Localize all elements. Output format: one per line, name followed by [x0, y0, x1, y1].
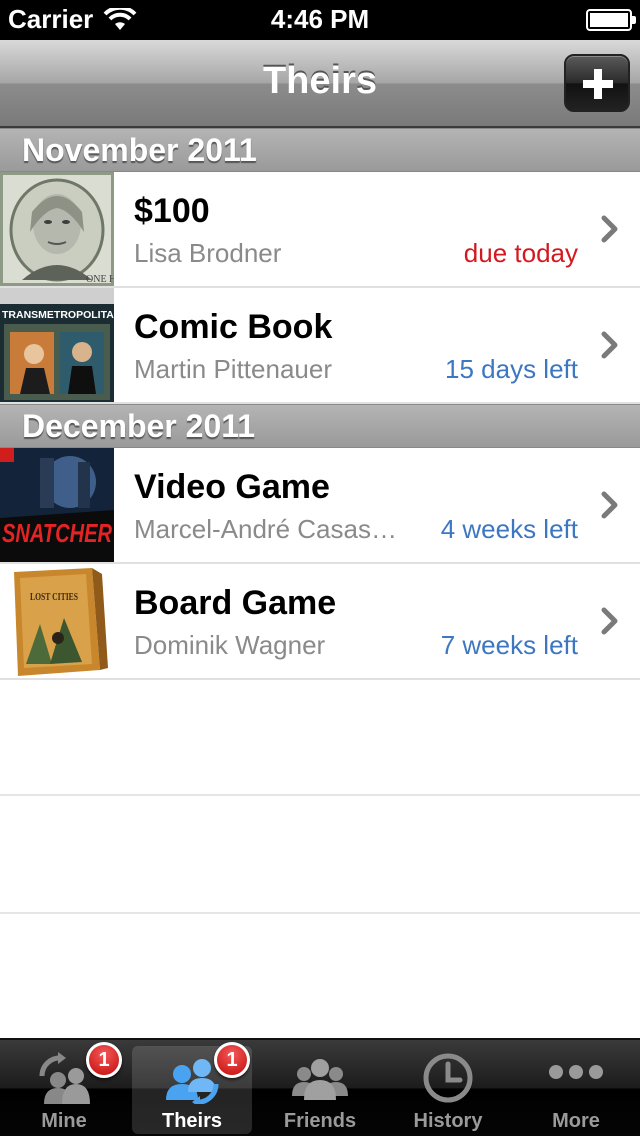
- list-item[interactable]: TRANSMETROPOLITAN Comic Book Martin Pitt…: [0, 288, 640, 404]
- game-cover-title: SNATCHER: [2, 518, 112, 548]
- item-title: Board Game: [134, 584, 337, 622]
- status-time: 4:46 PM: [270, 4, 370, 34]
- clock-icon: [423, 1053, 473, 1103]
- chevron-right-icon: [601, 491, 618, 519]
- tab-label: More: [552, 1110, 600, 1132]
- tab-theirs[interactable]: 1 Theirs: [128, 1040, 256, 1136]
- item-title: $100: [134, 192, 210, 230]
- section-header-december: December 2011: [0, 404, 640, 448]
- video-game-thumbnail: SNATCHER: [0, 448, 114, 562]
- tab-label: Friends: [283, 1110, 357, 1132]
- chevron-right-icon: [601, 331, 618, 359]
- item-due-status: due today: [463, 238, 578, 268]
- more-dots-icon: [549, 1065, 603, 1079]
- item-person: Lisa Brodner: [134, 238, 282, 268]
- svg-text:ONE H: ONE H: [86, 274, 114, 285]
- comic-book-thumbnail: TRANSMETROPOLITAN: [0, 288, 114, 402]
- section-header-november: November 2011: [0, 128, 640, 172]
- item-title: Video Game: [134, 468, 330, 506]
- item-due-status: 4 weeks left: [440, 514, 578, 544]
- navigation-bar: Theirs: [0, 40, 640, 128]
- chevron-right-icon: [601, 215, 618, 243]
- battery-level: [590, 13, 628, 27]
- tab-mine[interactable]: 1 Mine: [0, 1040, 128, 1136]
- empty-row: [0, 680, 640, 796]
- item-due-status: 15 days left: [445, 354, 578, 384]
- hundred-dollar-bill-thumbnail: ONE H: [0, 172, 114, 286]
- item-person: Martin Pittenauer: [134, 354, 332, 384]
- item-due-status: 7 weeks left: [440, 630, 578, 660]
- tab-badge: 1: [86, 1042, 122, 1078]
- empty-row: [0, 798, 640, 914]
- tab-bar: 1 Mine 1 Theirs Friends History More: [0, 1038, 640, 1136]
- tab-history[interactable]: History: [384, 1040, 512, 1136]
- list-item[interactable]: SNATCHER Video Game Marcel-André Casas… …: [0, 448, 640, 564]
- list-item[interactable]: LOST CITIES Board Game Dominik Wagner 7 …: [0, 564, 640, 680]
- battery-icon: [586, 9, 636, 31]
- tab-more[interactable]: More: [512, 1040, 640, 1136]
- page-title: Theirs: [262, 60, 378, 102]
- tab-label: Mine: [41, 1110, 87, 1132]
- plus-icon: [583, 69, 613, 99]
- board-game-cover-title: LOST CITIES: [30, 591, 78, 603]
- board-game-thumbnail: LOST CITIES: [0, 564, 114, 678]
- item-person: Marcel-André Casas…: [134, 514, 397, 544]
- item-person: Dominik Wagner: [134, 630, 326, 660]
- tab-badge: 1: [214, 1042, 250, 1078]
- item-title: Comic Book: [134, 308, 333, 346]
- status-bar: Carrier 4:46 PM: [0, 0, 640, 40]
- chevron-right-icon: [601, 607, 618, 635]
- list-item[interactable]: ONE H $100 Lisa Brodner due today: [0, 172, 640, 288]
- tab-label: Theirs: [161, 1110, 223, 1132]
- tab-friends[interactable]: Friends: [256, 1040, 384, 1136]
- tab-label: History: [413, 1110, 483, 1132]
- comic-cover-title: TRANSMETROPOLITAN: [2, 309, 114, 321]
- add-item-button[interactable]: [564, 54, 630, 112]
- group-icon: [292, 1059, 348, 1100]
